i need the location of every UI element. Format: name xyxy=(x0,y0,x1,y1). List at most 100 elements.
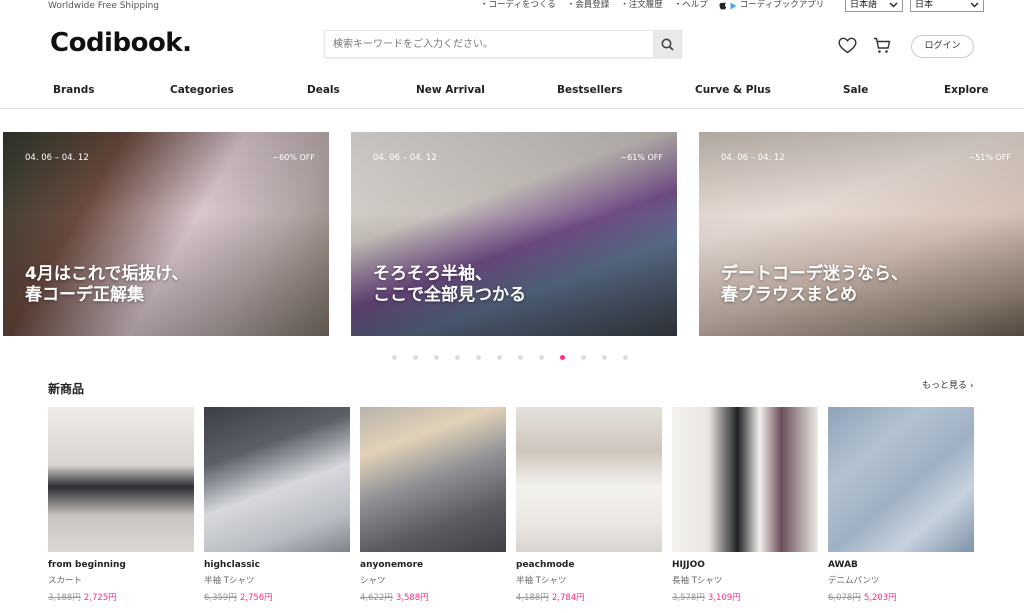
product-brand: highclassic xyxy=(204,560,260,570)
section-title: 新商品 xyxy=(48,382,85,396)
top-link-app[interactable]: コーディブックアプリ xyxy=(719,0,824,11)
search-button[interactable] xyxy=(653,31,681,57)
product-image xyxy=(204,407,350,552)
banner-discount: ~51% OFF xyxy=(968,153,1011,162)
product-brand: from beginning xyxy=(48,560,126,570)
product-category: 半袖 Tシャツ xyxy=(204,576,255,586)
country-value: 日本 xyxy=(915,0,934,10)
carousel-dot[interactable] xyxy=(392,355,397,360)
product-price: 4,188円 2,784円 xyxy=(516,591,662,603)
search-input[interactable] xyxy=(325,31,653,57)
top-links: ・コーディをつくる ・会員登録 ・注文履歴 ・ヘルプ コーディブックアプリ xyxy=(480,0,824,11)
banner-headline: デートコーデ迷うなら、 春ブラウスまとめ xyxy=(721,264,908,306)
carousel-dot[interactable] xyxy=(434,355,439,360)
original-price: 3,188円 xyxy=(48,593,81,603)
nav-deals[interactable]: Deals xyxy=(307,84,340,96)
nav-sale[interactable]: Sale xyxy=(843,84,868,96)
country-select[interactable]: 日本 xyxy=(910,0,984,12)
carousel-dots xyxy=(392,355,628,360)
nav-new-arrival[interactable]: New Arrival xyxy=(416,84,485,96)
product-category: 半袖 Tシャツ xyxy=(516,576,567,586)
product-brand: HIJJOO xyxy=(672,560,705,570)
nav-brands[interactable]: Brands xyxy=(53,84,95,96)
language-value: 日本語 xyxy=(850,0,878,10)
banner-headline-line2: 春コーデ正解集 xyxy=(25,285,144,305)
product-price: 4,622円 3,588円 xyxy=(360,591,506,603)
product-card[interactable]: AWAB デニムパンツ 6,078円 5,203円 xyxy=(828,407,974,603)
promo-banner[interactable]: 04. 06 – 04. 12 ~61% OFF そろそろ半袖、 ここで全部見つ… xyxy=(351,132,677,336)
sale-price: 2,756円 xyxy=(239,593,273,603)
search-box xyxy=(324,30,682,58)
product-image xyxy=(516,407,662,552)
product-image xyxy=(48,407,194,552)
sale-price: 2,725円 xyxy=(83,593,117,603)
banner-date: 04. 06 – 04. 12 xyxy=(373,153,437,163)
product-card[interactable]: from beginning スカート 3,188円 2,725円 xyxy=(48,407,194,603)
product-category: デニムパンツ xyxy=(828,576,880,586)
shipping-notice: Worldwide Free Shipping xyxy=(48,1,159,11)
language-select[interactable]: 日本語 xyxy=(845,0,903,12)
banner-date: 04. 06 – 04. 12 xyxy=(721,153,785,163)
carousel-dot[interactable] xyxy=(518,355,523,360)
apple-icon xyxy=(719,1,726,10)
top-link-create-codi[interactable]: ・コーディをつくる xyxy=(480,0,556,11)
product-card[interactable]: anyonemore シャツ 4,622円 3,588円 xyxy=(360,407,506,603)
app-link-label: コーディブックアプリ xyxy=(739,0,825,10)
banner-headline: そろそろ半袖、 ここで全部見つかる xyxy=(373,264,526,306)
site-logo[interactable]: Codibook. xyxy=(50,28,192,58)
product-price: 6,359円 2,756円 xyxy=(204,591,350,603)
nav-curve-plus[interactable]: Curve & Plus xyxy=(695,84,771,96)
nav-explore[interactable]: Explore xyxy=(944,84,989,96)
original-price: 6,078円 xyxy=(828,593,861,603)
heart-icon[interactable] xyxy=(838,37,857,54)
product-image xyxy=(828,407,974,552)
play-store-icon xyxy=(730,2,737,9)
cart-icon[interactable] xyxy=(873,37,891,54)
search-icon xyxy=(661,38,674,51)
product-image xyxy=(672,407,818,552)
original-price: 4,622円 xyxy=(360,593,393,603)
banner-headline-line1: そろそろ半袖、 xyxy=(373,264,492,284)
product-card[interactable]: highclassic 半袖 Tシャツ 6,359円 2,756円 xyxy=(204,407,350,603)
sale-price: 3,109円 xyxy=(707,593,741,603)
banner-discount: ~60% OFF xyxy=(272,153,315,162)
top-link-help[interactable]: ・ヘルプ xyxy=(674,0,708,11)
carousel-dot[interactable] xyxy=(476,355,481,360)
original-price: 3,578円 xyxy=(672,593,705,603)
original-price: 6,359円 xyxy=(204,593,237,603)
banner-headline-line1: 4月はこれで垢抜け、 xyxy=(25,264,189,284)
top-link-register[interactable]: ・会員登録 xyxy=(567,0,610,11)
nav-bestsellers[interactable]: Bestsellers xyxy=(557,84,623,96)
carousel-dot[interactable] xyxy=(560,355,565,360)
carousel-dot[interactable] xyxy=(455,355,460,360)
product-card[interactable]: peachmode 半袖 Tシャツ 4,188円 2,784円 xyxy=(516,407,662,603)
banner-discount: ~61% OFF xyxy=(620,153,663,162)
carousel-dot[interactable] xyxy=(539,355,544,360)
carousel-dot[interactable] xyxy=(581,355,586,360)
nav-categories[interactable]: Categories xyxy=(170,84,234,96)
banner-headline-line2: 春ブラウスまとめ xyxy=(721,285,857,305)
product-card[interactable]: HIJJOO 長袖 Tシャツ 3,578円 3,109円 xyxy=(672,407,818,603)
product-brand: peachmode xyxy=(516,560,575,570)
product-category: 長袖 Tシャツ xyxy=(672,576,723,586)
product-price: 3,578円 3,109円 xyxy=(672,591,818,603)
carousel-dot[interactable] xyxy=(413,355,418,360)
sale-price: 3,588円 xyxy=(395,593,429,603)
product-category: スカート xyxy=(48,576,83,586)
promo-banner[interactable]: 04. 06 – 04. 12 ~60% OFF 4月はこれで垢抜け、 春コーデ… xyxy=(3,132,329,336)
carousel-dot[interactable] xyxy=(623,355,628,360)
promo-banner[interactable]: 04. 06 – 04. 12 ~51% OFF デートコーデ迷うなら、 春ブラ… xyxy=(699,132,1024,336)
product-price: 6,078円 5,203円 xyxy=(828,591,974,603)
see-more-link[interactable]: もっと見る › xyxy=(922,378,973,391)
product-category: シャツ xyxy=(360,576,386,586)
product-image xyxy=(360,407,506,552)
banner-headline-line2: ここで全部見つかる xyxy=(373,285,526,305)
top-link-orders[interactable]: ・注文履歴 xyxy=(620,0,663,11)
carousel-dot[interactable] xyxy=(497,355,502,360)
top-bar: Worldwide Free Shipping ・コーディをつくる ・会員登録 … xyxy=(0,0,1024,14)
carousel-dot[interactable] xyxy=(602,355,607,360)
banner-headline-line1: デートコーデ迷うなら、 xyxy=(721,264,908,284)
chevron-down-icon xyxy=(889,2,898,8)
sale-price: 2,784円 xyxy=(551,593,585,603)
login-button[interactable]: ログイン xyxy=(911,35,974,58)
